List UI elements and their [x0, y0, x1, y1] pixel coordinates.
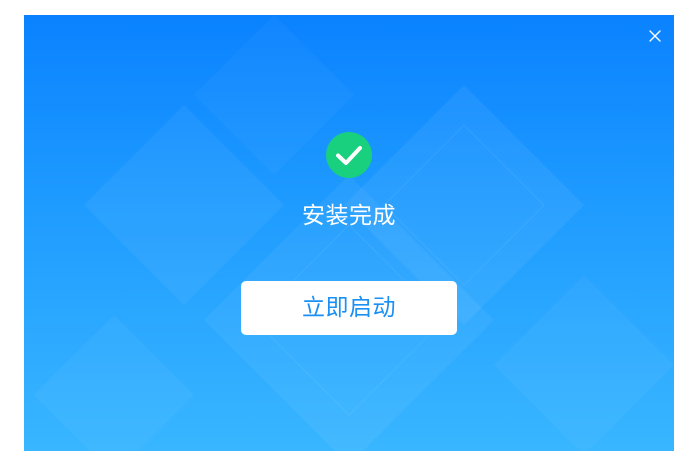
page: 安装完成 立即启动 — [0, 0, 700, 470]
launch-now-button[interactable]: 立即启动 — [241, 281, 457, 335]
check-circle-icon — [326, 132, 372, 178]
install-complete-dialog: 安装完成 立即启动 — [24, 15, 674, 451]
close-button[interactable] — [646, 27, 664, 45]
install-complete-title: 安装完成 — [302, 203, 396, 229]
background-decoration — [34, 85, 674, 451]
close-icon — [649, 30, 661, 42]
